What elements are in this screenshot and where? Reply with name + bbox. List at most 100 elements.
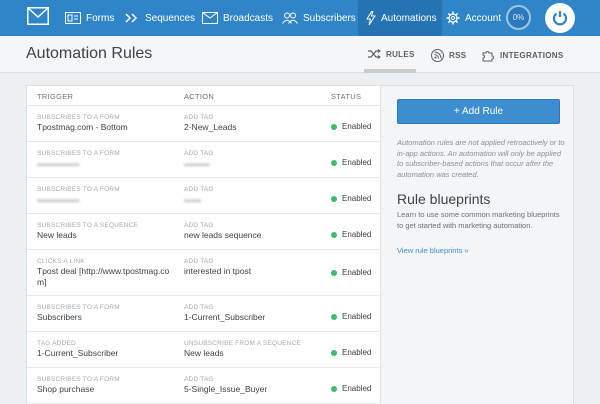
trigger-value: 1-Current_Subscriber xyxy=(37,348,119,358)
header-status: STATUS xyxy=(331,92,362,101)
trigger-cell: SUBSCRIBES TO A FORM Tpostmag.com - Bott… xyxy=(37,113,177,133)
action-value: new leads sequence xyxy=(184,230,262,240)
nav-sequences[interactable]: Sequences xyxy=(124,0,195,36)
action-cell: ADD TAG interested in tpost xyxy=(184,257,324,277)
action-value-redacted: ▬▬▬ xyxy=(184,158,210,168)
progress-label: 0% xyxy=(512,13,525,22)
nav-broadcasts-label: Broadcasts xyxy=(223,12,274,24)
enabled-dot-icon xyxy=(331,349,337,356)
trigger-category: SUBSCRIBES TO A FORM xyxy=(37,186,120,193)
action-value: 1-Current_Subscriber xyxy=(184,312,266,322)
trigger-category: SUBSCRIBES TO A FORM xyxy=(37,376,120,383)
add-rule-button[interactable]: + Add Rule xyxy=(397,99,560,124)
action-category: ADD TAG xyxy=(184,150,214,157)
puzzle-icon xyxy=(482,51,494,62)
status-badge: Enabled xyxy=(331,230,371,239)
status-label: Enabled xyxy=(342,268,372,277)
nav-subscribers-label: Subscribers xyxy=(303,12,356,24)
action-cell: ADD TAG new leads sequence xyxy=(184,221,324,241)
nav-subscribers[interactable]: Subscribers xyxy=(282,0,356,36)
page-header: Automation Rules RULES RSS INTEGRATIONS xyxy=(0,36,600,73)
enabled-dot-icon xyxy=(331,269,337,276)
nav-automations-label: Automations xyxy=(381,12,437,24)
status-label: Enabled xyxy=(342,158,372,167)
sidebar: + Add Rule Automation rules are not appl… xyxy=(381,85,574,404)
nav-forms[interactable]: Forms xyxy=(65,0,114,36)
progress-indicator[interactable]: 0% xyxy=(506,5,531,30)
gear-icon xyxy=(446,11,460,25)
table-row[interactable]: TAG ADDED 1-Current_Subscriber UNSUBSCRI… xyxy=(27,332,382,368)
page-title: Automation Rules xyxy=(26,45,153,62)
nav-account-label: Account xyxy=(465,12,502,24)
rss-icon xyxy=(431,49,444,62)
nav-automations[interactable]: Automations xyxy=(358,0,442,36)
tab-integrations-label: INTEGRATIONS xyxy=(500,51,564,60)
enabled-dot-icon xyxy=(331,123,337,130)
nav-broadcasts[interactable]: Broadcasts xyxy=(202,0,273,36)
sequences-icon xyxy=(125,13,138,23)
trigger-category: SUBSCRIBES TO A FORM xyxy=(37,150,120,157)
shuffle-icon xyxy=(368,49,381,59)
table-row[interactable]: SUBSCRIBES TO A SEQUENCE New leads ADD T… xyxy=(27,214,382,250)
tab-rss[interactable]: RSS xyxy=(431,49,466,62)
trigger-value: Shop purchase xyxy=(37,384,95,394)
trigger-category: TAG ADDED xyxy=(37,340,76,347)
status-badge: Enabled xyxy=(331,268,371,277)
action-cell: ADD TAG ▬▬▬ xyxy=(184,149,324,169)
nav-sequences-label: Sequences xyxy=(145,12,196,24)
status-label: Enabled xyxy=(342,122,372,131)
status-label: Enabled xyxy=(342,194,372,203)
action-category: ADD TAG xyxy=(184,222,214,229)
enabled-dot-icon xyxy=(331,231,337,238)
power-button[interactable] xyxy=(545,3,575,33)
table-row[interactable]: SUBSCRIBES TO A FORM Tpostmag.com - Bott… xyxy=(27,106,382,142)
trigger-cell: CLICKS A LINK Tpost deal [http://www.tpo… xyxy=(37,257,172,288)
blueprints-description: Learn to use some common marketing bluep… xyxy=(397,210,560,230)
header-action: ACTION xyxy=(184,92,215,101)
blueprints-title: Rule blueprints xyxy=(397,191,491,207)
trigger-cell: SUBSCRIBES TO A SEQUENCE New leads xyxy=(37,221,177,241)
tab-rss-label: RSS xyxy=(449,51,467,60)
table-row[interactable]: SUBSCRIBES TO A FORM Subscribers ADD TAG… xyxy=(27,296,382,332)
status-label: Enabled xyxy=(342,230,372,239)
table-row[interactable]: CLICKS A LINK Tpost deal [http://www.tpo… xyxy=(27,250,382,296)
active-tab-indicator xyxy=(364,69,416,73)
action-category: ADD TAG xyxy=(184,186,214,193)
table-row[interactable]: SUBSCRIBES TO A FORM Shop purchase ADD T… xyxy=(27,368,382,404)
enabled-dot-icon xyxy=(331,385,337,392)
trigger-value: New leads xyxy=(37,230,77,240)
trigger-value: Tpost deal [http://www.tpostmag.com] xyxy=(37,266,170,287)
action-cell: ADD TAG 2-New_Leads xyxy=(184,113,324,133)
action-cell: UNSUBSCRIBE FROM A SEQUENCE New leads xyxy=(184,339,324,359)
nav-account[interactable]: Account xyxy=(446,0,501,36)
header-trigger: TRIGGER xyxy=(37,92,74,101)
envelope-logo-icon[interactable] xyxy=(27,7,49,25)
table-row[interactable]: SUBSCRIBES TO A FORM ▬▬▬▬▬ ADD TAG ▬▬▬ E… xyxy=(27,142,382,178)
power-icon xyxy=(552,11,568,26)
enabled-dot-icon xyxy=(331,195,337,202)
trigger-category: CLICKS A LINK xyxy=(37,258,85,265)
view-blueprints-link[interactable]: View rule blueprints » xyxy=(397,246,469,255)
action-category: ADD TAG xyxy=(184,376,214,383)
status-badge: Enabled xyxy=(331,384,371,393)
rules-table: TRIGGER ACTION STATUS SUBSCRIBES TO A FO… xyxy=(26,85,382,404)
trigger-cell: SUBSCRIBES TO A FORM Shop purchase xyxy=(37,375,177,395)
action-value: 5-Single_Issue_Buyer xyxy=(184,384,268,394)
table-row[interactable]: SUBSCRIBES TO A FORM ▬▬▬▬▬ ADD TAG ▬▬ En… xyxy=(27,178,382,214)
action-cell: ADD TAG 5-Single_Issue_Buyer xyxy=(184,375,324,395)
subscribers-icon xyxy=(282,12,298,24)
tab-rules[interactable]: RULES xyxy=(368,49,415,59)
enabled-dot-icon xyxy=(331,313,337,320)
action-category: ADD TAG xyxy=(184,258,214,265)
table-header: TRIGGER ACTION STATUS xyxy=(27,86,382,106)
status-badge: Enabled xyxy=(331,158,371,167)
broadcasts-icon xyxy=(202,12,218,24)
tab-integrations[interactable]: INTEGRATIONS xyxy=(482,49,563,62)
tab-rules-label: RULES xyxy=(386,49,415,59)
nav-forms-label: Forms xyxy=(86,12,115,24)
status-label: Enabled xyxy=(342,348,372,357)
status-badge: Enabled xyxy=(331,194,371,203)
action-category: ADD TAG xyxy=(184,114,214,121)
trigger-cell: SUBSCRIBES TO A FORM ▬▬▬▬▬ xyxy=(37,149,177,169)
action-value: interested in tpost xyxy=(184,266,252,276)
